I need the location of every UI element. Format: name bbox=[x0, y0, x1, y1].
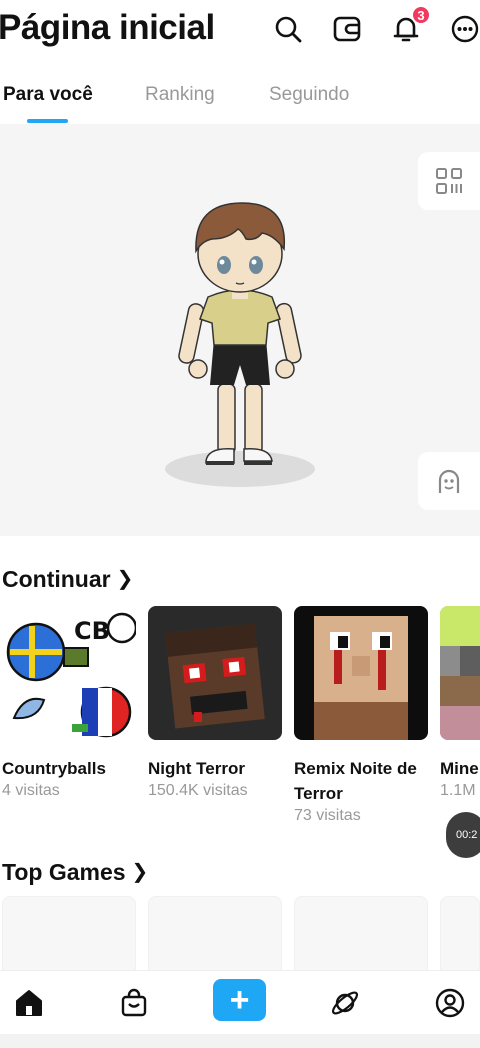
game-visits: 4 visitas bbox=[2, 782, 60, 799]
header: Página inicial 3 bbox=[0, 0, 480, 62]
game-name: Night Terror bbox=[148, 759, 245, 778]
avatar-character[interactable] bbox=[160, 199, 320, 489]
top-game-card[interactable] bbox=[294, 896, 428, 976]
svg-text:CB: CB bbox=[74, 617, 110, 645]
home-icon[interactable] bbox=[7, 981, 51, 1025]
tab-indicator bbox=[27, 119, 68, 123]
avatar-panel[interactable] bbox=[0, 124, 480, 536]
continue-section-title[interactable]: Continuar ❯ bbox=[2, 566, 133, 593]
continue-title-label: Continuar bbox=[2, 566, 111, 592]
bell-icon[interactable]: 3 bbox=[389, 5, 431, 46]
system-navigation-bar bbox=[0, 1034, 480, 1048]
tab-ranking[interactable]: Ranking bbox=[145, 84, 215, 106]
more-icon[interactable] bbox=[448, 12, 480, 46]
game-visits: 150.4K visitas bbox=[148, 782, 248, 799]
video-timer-overlay[interactable]: 00:2 bbox=[446, 812, 480, 858]
game-thumbnail[interactable]: CB bbox=[2, 606, 136, 740]
video-timer-text: 00:2 bbox=[456, 829, 478, 841]
top-game-card[interactable] bbox=[440, 896, 480, 976]
top-games-section-title[interactable]: Top Games ❯ bbox=[2, 859, 148, 886]
game-visits: 73 visitas bbox=[294, 807, 361, 824]
game-card[interactable]: Night Terror 150.4K visitas bbox=[148, 606, 282, 801]
create-button[interactable]: + bbox=[213, 979, 266, 1021]
game-visits: 1.1M bbox=[440, 782, 476, 799]
game-card[interactable]: Mine Ultim 1.1M bbox=[440, 606, 480, 801]
game-card[interactable]: Remix Noite de Terror 73 visitas bbox=[294, 606, 428, 826]
game-thumbnail[interactable] bbox=[294, 606, 428, 740]
page-title: Página inicial bbox=[0, 8, 215, 47]
top-game-card[interactable] bbox=[2, 896, 136, 976]
game-card[interactable]: CB Countryballs 4 visitas bbox=[2, 606, 136, 801]
profile-icon[interactable] bbox=[428, 981, 472, 1025]
game-thumbnail[interactable] bbox=[148, 606, 282, 740]
avatar-face-icon[interactable] bbox=[418, 452, 480, 510]
top-game-card[interactable] bbox=[148, 896, 282, 976]
top-games-title-label: Top Games bbox=[2, 859, 126, 885]
notification-badge: 3 bbox=[411, 5, 431, 25]
search-icon[interactable] bbox=[271, 12, 305, 46]
tab-seguindo[interactable]: Seguindo bbox=[269, 84, 349, 106]
discover-icon[interactable] bbox=[323, 981, 367, 1025]
chevron-right-icon: ❯ bbox=[116, 568, 134, 590]
qr-code-icon[interactable] bbox=[418, 152, 480, 210]
tab-para-voce[interactable]: Para você bbox=[3, 84, 93, 106]
game-thumbnail[interactable] bbox=[440, 606, 480, 740]
wallet-icon[interactable] bbox=[330, 12, 364, 46]
game-name: Countryballs bbox=[2, 759, 106, 778]
game-name: Mine Ultim bbox=[440, 759, 480, 778]
tab-bar: Para você Ranking Seguindo bbox=[0, 74, 480, 124]
chevron-right-icon: ❯ bbox=[131, 861, 149, 883]
shop-icon[interactable] bbox=[112, 981, 156, 1025]
bottom-nav: + bbox=[0, 970, 480, 1034]
game-name: Remix Noite de Terror bbox=[294, 759, 417, 803]
